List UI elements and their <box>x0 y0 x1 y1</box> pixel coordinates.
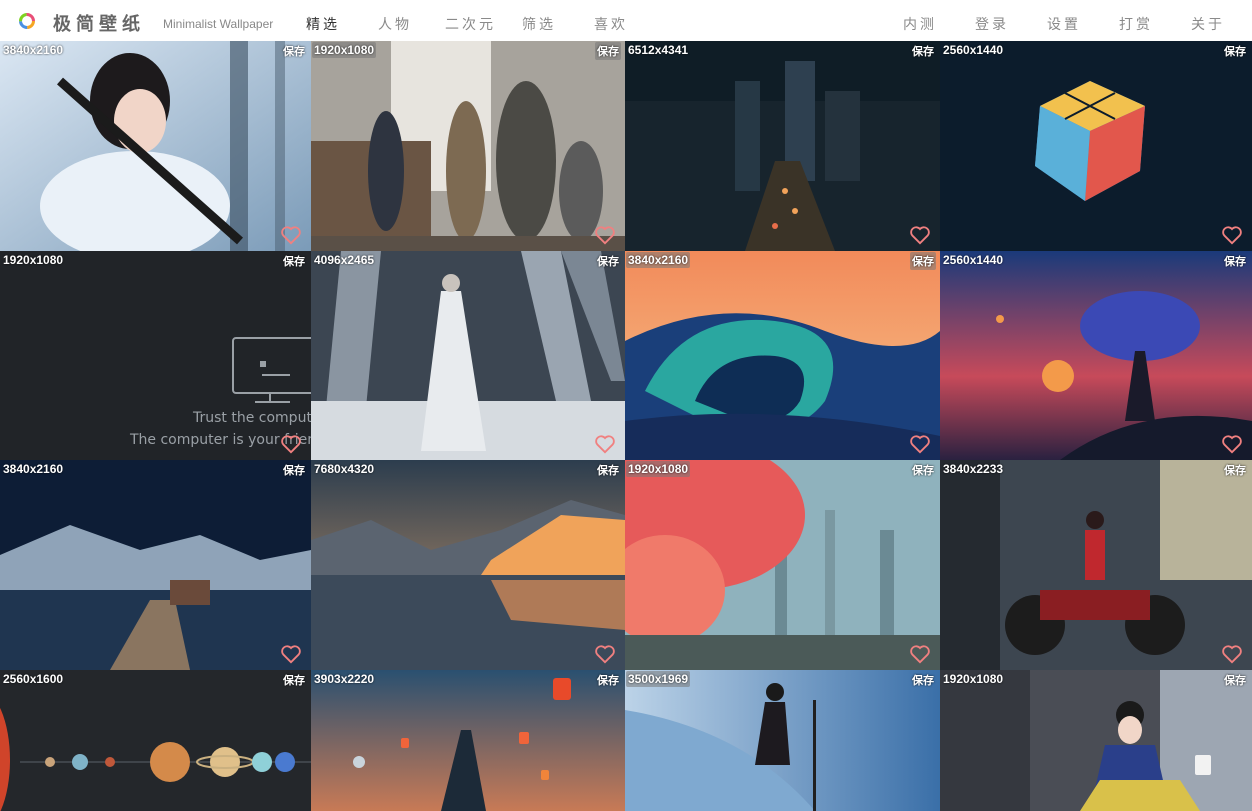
brand-subtitle: Minimalist Wallpaper <box>163 17 274 31</box>
favorite-heart-icon[interactable] <box>1221 225 1243 245</box>
wallpaper-tile[interactable]: 2560x1600 保存 <box>0 670 311 811</box>
wallpaper-tile[interactable]: 6512x4341 保存 <box>625 41 940 251</box>
nav-anime[interactable]: 二次元 <box>445 14 496 34</box>
save-button[interactable]: 保存 <box>595 671 621 689</box>
save-button[interactable]: 保存 <box>1222 671 1248 689</box>
resolution-label: 3840x2160 <box>626 252 691 268</box>
wallpaper-image <box>940 41 1252 251</box>
save-button[interactable]: 保存 <box>281 252 307 270</box>
favorite-heart-icon[interactable] <box>594 434 616 454</box>
nav-about[interactable]: 关于 <box>1191 14 1225 34</box>
wallpaper-image <box>940 670 1252 811</box>
wallpaper-tile[interactable]: 3840x2160 保存 <box>0 41 311 251</box>
resolution-label: 3840x2160 <box>3 43 64 57</box>
nav-beta[interactable]: 内测 <box>903 14 937 34</box>
wallpaper-image <box>0 41 311 251</box>
wallpaper-image <box>940 251 1252 460</box>
wallpaper-tile[interactable]: 3840x2233 保存 <box>940 460 1252 670</box>
resolution-label: 2560x1440 <box>943 43 1004 57</box>
resolution-label: 7680x4320 <box>314 462 375 476</box>
nav-featured[interactable]: 精选 <box>306 14 340 34</box>
save-button[interactable]: 保存 <box>595 461 621 479</box>
wallpaper-tile[interactable]: 3500x1969 保存 <box>625 670 940 811</box>
resolution-label: 3903x2220 <box>314 672 375 686</box>
favorite-heart-icon[interactable] <box>909 434 931 454</box>
save-button[interactable]: 保存 <box>910 461 936 479</box>
monitor-caption-1: Trust the computer <box>193 410 311 426</box>
favorite-heart-icon[interactable] <box>594 225 616 245</box>
resolution-label: 3840x2233 <box>943 462 1004 476</box>
save-button[interactable]: 保存 <box>281 461 307 479</box>
wallpaper-image <box>311 41 625 251</box>
resolution-label: 3500x1969 <box>626 671 691 687</box>
wallpaper-tile[interactable]: 3840x2160 保存 <box>625 251 940 460</box>
resolution-label: 1920x1080 <box>3 253 64 267</box>
nav-donate[interactable]: 打赏 <box>1119 14 1153 34</box>
wallpaper-tile[interactable]: 2560x1440 保存 <box>940 251 1252 460</box>
save-button[interactable]: 保存 <box>281 671 307 689</box>
wallpaper-tile[interactable]: 1920x1080 保存 <box>625 460 940 670</box>
wallpaper-tile[interactable]: 3903x2220 保存 <box>311 670 625 811</box>
wallpaper-tile[interactable]: 4096x2465 保存 <box>311 251 625 460</box>
brand-title[interactable]: 极简壁纸 <box>53 10 145 36</box>
favorite-heart-icon[interactable] <box>909 644 931 664</box>
favorite-heart-icon[interactable] <box>280 434 302 454</box>
wallpaper-tile[interactable]: 7680x4320 保存 <box>311 460 625 670</box>
nav-favorites[interactable]: 喜欢 <box>594 14 628 34</box>
save-button[interactable]: 保存 <box>595 42 621 60</box>
save-button[interactable]: 保存 <box>910 671 936 689</box>
favorite-heart-icon[interactable] <box>280 225 302 245</box>
save-button[interactable]: 保存 <box>1222 252 1248 270</box>
wallpaper-tile[interactable]: 1920x1080 保存 <box>940 670 1252 811</box>
save-button[interactable]: 保存 <box>910 252 936 270</box>
resolution-label: 1920x1080 <box>626 461 691 477</box>
wallpaper-tile[interactable]: 1920x1080 保存 <box>311 41 625 251</box>
wallpaper-image <box>311 460 625 670</box>
wallpaper-image <box>625 460 940 670</box>
resolution-label: 3840x2160 <box>3 462 64 476</box>
resolution-label: 1920x1080 <box>312 42 377 58</box>
save-button[interactable]: 保存 <box>1222 461 1248 479</box>
wallpaper-image <box>625 670 940 811</box>
save-button[interactable]: 保存 <box>281 42 307 60</box>
wallpaper-image <box>0 460 311 670</box>
nav-settings[interactable]: 设置 <box>1047 14 1081 34</box>
wallpaper-tile[interactable]: Trust the computer The computer is your … <box>0 251 311 460</box>
favorite-heart-icon[interactable] <box>1221 644 1243 664</box>
favorite-heart-icon[interactable] <box>280 644 302 664</box>
nav-login[interactable]: 登录 <box>975 14 1009 34</box>
save-button[interactable]: 保存 <box>910 42 936 60</box>
wallpaper-image <box>311 670 625 811</box>
favorite-heart-icon[interactable] <box>1221 434 1243 454</box>
wallpaper-tile[interactable]: 2560x1440 保存 <box>940 41 1252 251</box>
wallpaper-image <box>625 41 940 251</box>
wallpaper-image <box>0 251 311 460</box>
top-bar: 极简壁纸 Minimalist Wallpaper 精选 人物 二次元 筛选 喜… <box>0 0 1252 41</box>
nav-filter[interactable]: 筛选 <box>522 14 556 34</box>
nav-people[interactable]: 人物 <box>378 14 412 34</box>
resolution-label: 2560x1600 <box>3 672 64 686</box>
favorite-heart-icon[interactable] <box>909 225 931 245</box>
resolution-label: 4096x2465 <box>314 253 375 267</box>
save-button[interactable]: 保存 <box>595 252 621 270</box>
save-button[interactable]: 保存 <box>1222 42 1248 60</box>
wallpaper-image <box>940 460 1252 670</box>
wallpaper-image <box>625 251 940 460</box>
wallpaper-grid: 3840x2160 保存 1920x1080 保存 6512x4341 保存 2… <box>0 41 1252 811</box>
wallpaper-tile[interactable]: 3840x2160 保存 <box>0 460 311 670</box>
logo-icon[interactable] <box>18 12 36 30</box>
wallpaper-image <box>0 670 311 811</box>
favorite-heart-icon[interactable] <box>594 644 616 664</box>
resolution-label: 1920x1080 <box>943 672 1004 686</box>
wallpaper-image <box>311 251 625 460</box>
resolution-label: 6512x4341 <box>628 43 689 57</box>
resolution-label: 2560x1440 <box>943 253 1004 267</box>
